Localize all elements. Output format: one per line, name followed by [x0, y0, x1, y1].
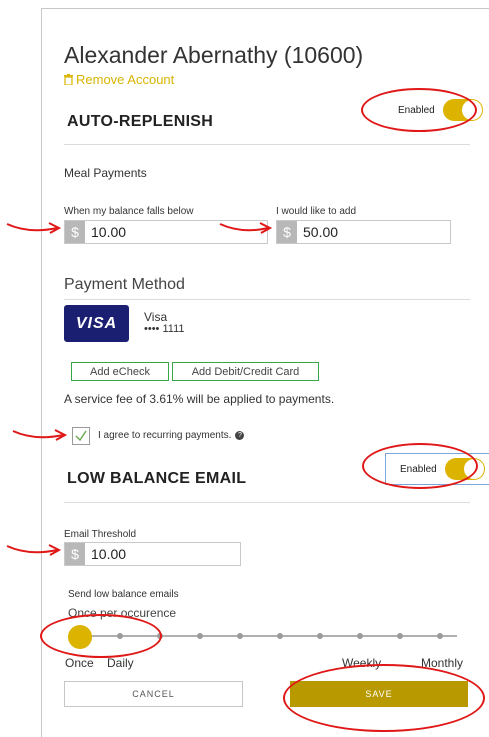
account-title: Alexander Abernathy (10600): [64, 42, 364, 68]
slider-step-dot[interactable]: [357, 633, 363, 639]
slider-step-dot[interactable]: [397, 633, 403, 639]
auto-replenish-heading: AUTO-REPLENISH: [67, 113, 214, 130]
remove-account-label: Remove Account: [76, 72, 175, 87]
checkmark-icon: [75, 430, 87, 442]
dollar-icon: $: [277, 221, 297, 243]
slider-label-once: Once: [65, 656, 94, 670]
annotation-arrow: [6, 544, 62, 556]
card-masked-number: •••• 1111: [144, 323, 185, 335]
remove-account-link[interactable]: Remove Account: [64, 72, 174, 87]
threshold-input[interactable]: $ 10.00: [64, 542, 241, 566]
annotation-arrow: [6, 222, 62, 234]
trash-icon: [64, 74, 73, 85]
add-amount-input[interactable]: $ 50.00: [276, 220, 451, 244]
service-fee-notice: A service fee of 3.61% will be applied t…: [64, 392, 335, 406]
slider-step-dot[interactable]: [317, 633, 323, 639]
dollar-icon: $: [65, 543, 85, 565]
annotation-arrow: [219, 222, 273, 234]
slider-label-daily: Daily: [107, 656, 134, 670]
slider-step-dot[interactable]: [437, 633, 443, 639]
low-balance-heading: LOW BALANCE EMAIL: [67, 470, 247, 487]
agree-checkbox[interactable]: [72, 427, 90, 445]
visa-card-logo[interactable]: VISA: [64, 305, 129, 342]
payment-method-heading: Payment Method: [64, 276, 185, 293]
agree-label: I agree to recurring payments.: [98, 430, 232, 441]
dollar-icon: $: [65, 221, 85, 243]
agree-label-row: I agree to recurring payments. ?: [98, 430, 245, 441]
add-amount-label: I would like to add: [276, 206, 357, 217]
slider-step-dot[interactable]: [237, 633, 243, 639]
add-echeck-button[interactable]: Add eCheck: [71, 362, 169, 381]
threshold-label: Email Threshold: [64, 529, 137, 540]
balance-falls-value: 10.00: [91, 224, 127, 240]
send-emails-label: Send low balance emails: [68, 589, 179, 600]
meal-payments-label: Meal Payments: [64, 166, 147, 180]
slider-step-dot[interactable]: [197, 633, 203, 639]
annotation-circle: [362, 443, 478, 489]
add-amount-value: 50.00: [303, 224, 339, 240]
annotation-circle: [283, 664, 485, 732]
annotation-circle: [361, 88, 477, 132]
cancel-button[interactable]: CANCEL: [64, 681, 243, 707]
question-circle-icon[interactable]: ?: [235, 431, 245, 440]
card-name: Visa: [144, 310, 168, 324]
annotation-circle: [40, 614, 162, 658]
slider-step-dot[interactable]: [277, 633, 283, 639]
balance-falls-label: When my balance falls below: [64, 206, 194, 217]
threshold-value: 10.00: [91, 546, 127, 562]
add-card-button[interactable]: Add Debit/Credit Card: [172, 362, 319, 381]
visa-logo-text: VISA: [75, 314, 118, 332]
annotation-arrow: [12, 429, 68, 441]
